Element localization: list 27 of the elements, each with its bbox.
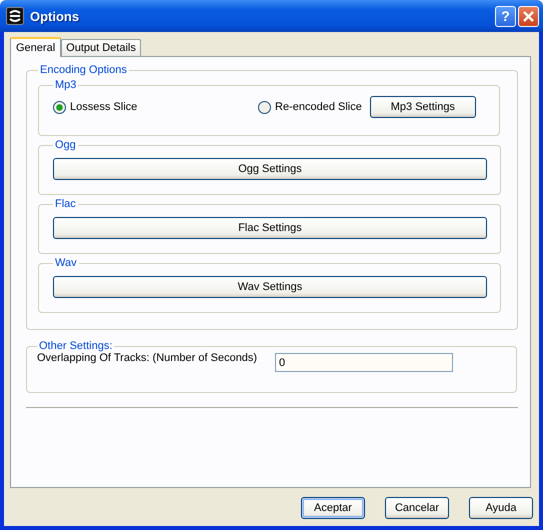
seconds-field[interactable]: 0: [275, 353, 453, 372]
radio-option[interactable]: Lossess Slice: [53, 100, 258, 114]
tab[interactable]: General: [10, 37, 62, 57]
group-title: Encoding Options: [39, 64, 128, 76]
field-label: Overlapping Of Tracks: (Number of Seconds): [37, 352, 258, 364]
dialog-button[interactable]: Cancelar: [385, 497, 449, 519]
dialog-button[interactable]: Aceptar: [301, 497, 365, 519]
radio-button[interactable]: [258, 100, 271, 114]
close-icon: [522, 10, 535, 22]
radio-label: Re-encoded Slice: [275, 101, 362, 113]
group-title: Ogg: [54, 139, 77, 151]
group-title: Other Settings:: [38, 340, 114, 352]
window-title: Options: [30, 8, 80, 24]
radio-button[interactable]: [53, 100, 66, 114]
dialog-button[interactable]: Ayuda: [469, 497, 533, 519]
group-title: Mp3: [54, 79, 78, 91]
settings-button[interactable]: Mp3 Settings: [370, 96, 476, 118]
app-icon: [6, 7, 24, 25]
radio-option[interactable]: Re-encoded Slice: [258, 100, 362, 114]
settings-button[interactable]: Wav Settings: [53, 276, 487, 298]
radio-label: Lossess Slice: [70, 101, 138, 113]
settings-button[interactable]: Ogg Settings: [53, 158, 487, 180]
settings-button[interactable]: Flac Settings: [53, 217, 487, 239]
group-title: Flac: [54, 198, 77, 210]
tab[interactable]: Output Details: [61, 39, 141, 56]
group-title: Wav: [54, 257, 78, 269]
close-button[interactable]: [518, 6, 539, 26]
